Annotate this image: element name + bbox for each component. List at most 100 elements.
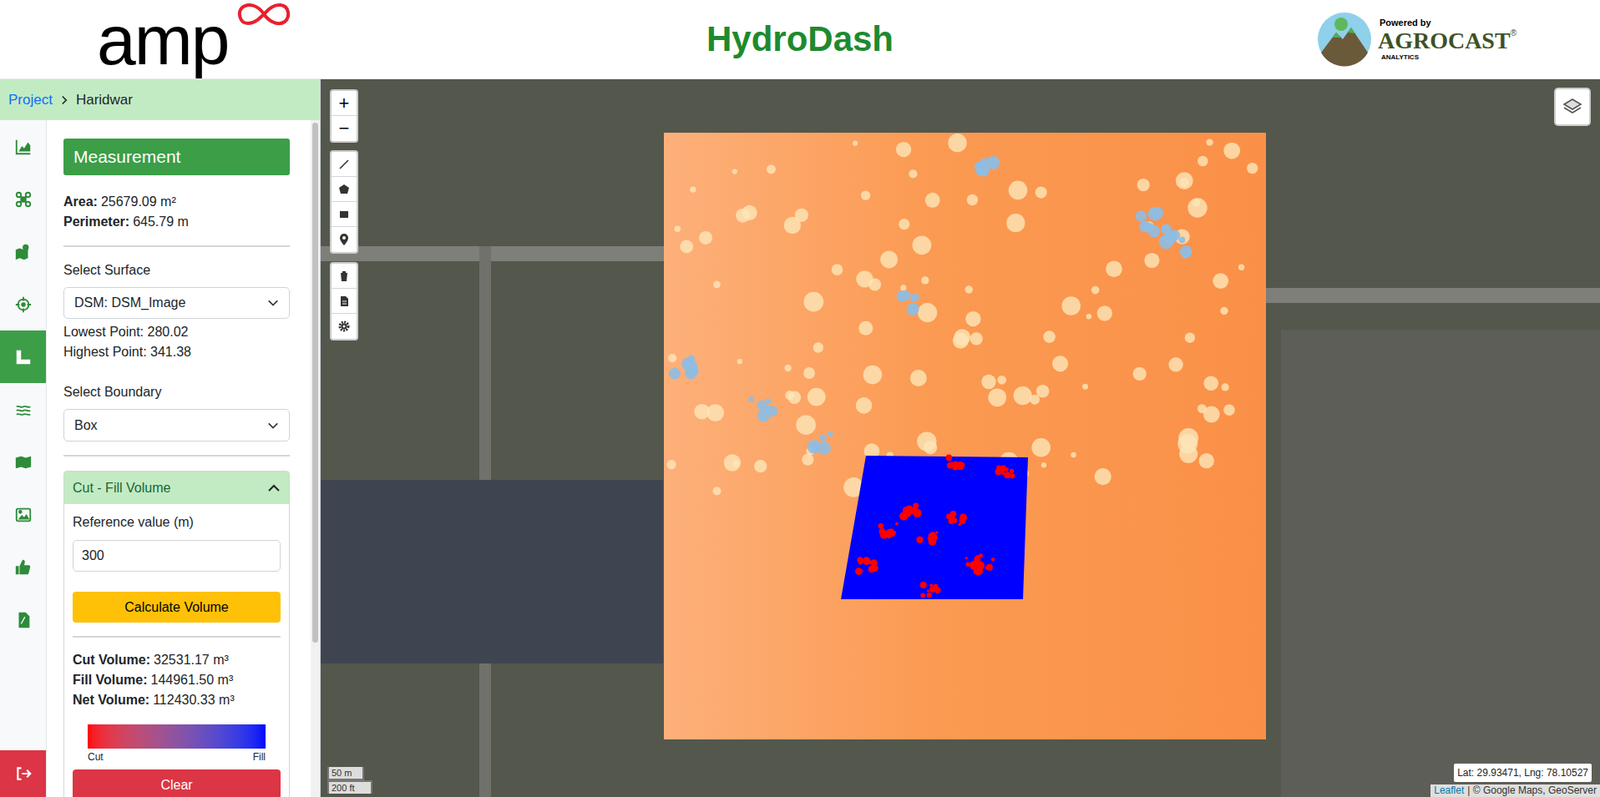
volume-value: 112430.33 m³ xyxy=(152,693,235,708)
rail-item[interactable] xyxy=(0,278,46,331)
cut-fill-accordion: Cut - Fill Volume Reference value (m) Ca… xyxy=(63,470,290,797)
surface-label: Select Surface xyxy=(63,260,290,281)
file-icon xyxy=(337,294,351,309)
registered-mark: ® xyxy=(1510,29,1517,38)
calculate-button[interactable]: Calculate Volume xyxy=(72,592,281,623)
rail-item[interactable] xyxy=(0,435,46,489)
measurement-title: Measurement xyxy=(63,138,290,176)
layers-icon xyxy=(1561,96,1584,118)
scale-imperial: 200 ft xyxy=(327,780,373,795)
side-panel: Project Haridwar Measurement Area:25679.0… xyxy=(0,79,321,797)
panel-scrollbar[interactable] xyxy=(310,120,320,797)
powered-by: Powered by xyxy=(1379,18,1517,28)
divider xyxy=(72,636,281,638)
cut-label: Cut xyxy=(87,750,104,765)
polygon-icon xyxy=(337,182,351,197)
coordinates: Lat: 29.93471, Lng: 78.10527 xyxy=(1453,764,1592,783)
rail-item[interactable] xyxy=(0,172,46,226)
reference-input[interactable] xyxy=(72,540,281,573)
layers-button[interactable] xyxy=(1554,87,1591,127)
polyline-icon xyxy=(337,157,351,172)
scale-metric: 50 m xyxy=(327,767,365,781)
cut-fill-gradient xyxy=(87,724,266,750)
drone-icon xyxy=(14,190,33,209)
edit-toolbar xyxy=(329,262,359,341)
leaflet-link[interactable]: Leaflet xyxy=(1433,784,1464,797)
chevron-up-icon xyxy=(267,481,281,496)
perimeter-row: Perimeter:645.79 m xyxy=(63,212,290,233)
scale-bar: 50 m 200 ft xyxy=(327,767,373,795)
waves-icon xyxy=(14,400,33,420)
breadcrumb-item: Haridwar xyxy=(75,89,133,112)
attribution: Leaflet | © Google Maps, GeoServer xyxy=(1430,784,1600,797)
boundary-select[interactable]: Box xyxy=(63,409,290,442)
map[interactable]: + − 50 m 200 ft Lat: 29.93471, Lng: 78.1… xyxy=(320,79,1600,797)
image-icon xyxy=(14,506,33,525)
map-icon xyxy=(14,453,33,472)
boundary-label: Select Boundary xyxy=(63,382,290,403)
clear-button[interactable]: Clear xyxy=(72,769,281,797)
rectangle-icon xyxy=(337,207,351,222)
volume-row: Cut Volume:32531.17 m³ xyxy=(72,650,281,671)
dsm-overlay xyxy=(320,79,1600,797)
rail-item[interactable] xyxy=(0,225,46,279)
delete-tool[interactable] xyxy=(331,263,357,289)
zoom-in-button[interactable]: + xyxy=(331,91,357,117)
infinity-icon xyxy=(234,0,294,29)
chevron-right-icon xyxy=(59,95,70,106)
divider xyxy=(63,245,290,248)
polyline-tool[interactable] xyxy=(331,151,357,178)
map-marker-icon xyxy=(14,243,33,262)
lowest-point: Lowest Point: 280.02 xyxy=(63,322,290,343)
rail-item[interactable] xyxy=(0,541,46,594)
gradient-labels: Cut Fill xyxy=(87,750,266,765)
amp-logo: amp xyxy=(0,0,707,79)
rail-item[interactable] xyxy=(0,488,46,542)
logout-icon xyxy=(15,765,32,783)
crosshair-icon xyxy=(14,295,33,314)
zoom-control: + − xyxy=(329,89,359,143)
volume-label: Fill Volume: xyxy=(72,673,147,688)
measurement-panel: Measurement Area:25679.09 m² Perimeter:6… xyxy=(46,120,311,797)
polygon-tool[interactable] xyxy=(331,177,357,203)
mountain-logo-icon xyxy=(1316,10,1373,68)
ruler-icon xyxy=(14,348,33,367)
marker-tool[interactable] xyxy=(331,227,357,253)
chart-icon xyxy=(14,137,33,157)
rail-item[interactable] xyxy=(0,120,46,173)
trash-icon xyxy=(337,269,351,284)
surface-select[interactable]: DSM: DSM_Image xyxy=(63,287,290,319)
scrollbar-thumb[interactable] xyxy=(312,122,319,644)
thumbs-up-icon xyxy=(14,558,33,578)
volume-label: Net Volume: xyxy=(72,693,150,708)
highest-point: Highest Point: 341.38 xyxy=(63,342,290,363)
breadcrumb-item[interactable]: Project xyxy=(8,89,53,112)
divider xyxy=(63,455,290,457)
rail-item[interactable] xyxy=(0,330,46,384)
volume-row: Fill Volume:144961.50 m³ xyxy=(72,670,281,691)
volume-value: 144961.50 m³ xyxy=(150,673,233,688)
chevron-down-icon xyxy=(267,420,279,432)
breadcrumb: Project Haridwar xyxy=(0,79,320,121)
app-title: HydroDash xyxy=(706,17,894,62)
rectangle-tool[interactable] xyxy=(331,202,357,228)
draw-toolbar xyxy=(329,150,359,254)
agrocast-logo: Powered by AGROCAST ® ANALYTICS xyxy=(893,10,1600,68)
rail-item[interactable] xyxy=(0,593,46,647)
rail-item[interactable] xyxy=(0,383,46,436)
app-header: amp HydroDash Powered by AGROCAST ® ANAL… xyxy=(0,0,1600,80)
pdf-icon xyxy=(14,611,33,630)
logout-button[interactable] xyxy=(0,750,46,797)
fill-label: Fill xyxy=(253,750,266,765)
zoom-out-button[interactable]: − xyxy=(331,116,357,142)
logo-text: amp xyxy=(96,5,228,76)
brand-sub: ANALYTICS xyxy=(1381,54,1517,61)
cut-fill-area xyxy=(840,455,1028,600)
reference-label: Reference value (m) xyxy=(72,512,281,533)
export-tool[interactable] xyxy=(331,288,357,314)
brand-name: AGROCAST xyxy=(1377,27,1511,55)
settings-tool[interactable] xyxy=(331,313,357,340)
accordion-header[interactable]: Cut - Fill Volume xyxy=(64,471,289,505)
area-row: Area:25679.09 m² xyxy=(63,192,290,213)
marker-icon xyxy=(337,232,351,247)
